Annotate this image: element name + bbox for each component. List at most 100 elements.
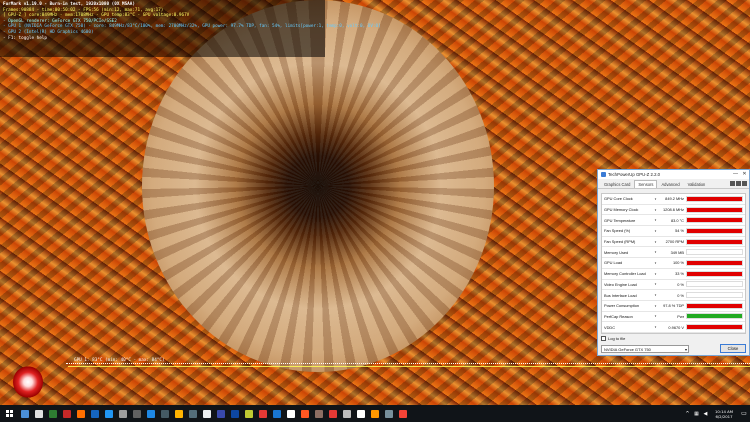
gpuz-footer: Log to file NVIDIA GeForce GTX 750 Close bbox=[601, 336, 746, 353]
taskbar-app-icon[interactable] bbox=[158, 405, 172, 422]
taskbar-app-icon[interactable] bbox=[340, 405, 354, 422]
app-icon bbox=[315, 409, 323, 418]
gpu-select[interactable]: NVIDIA GeForce GTX 750 bbox=[601, 344, 689, 353]
sensor-graph-fill bbox=[687, 303, 742, 308]
app-icon bbox=[175, 409, 183, 418]
taskbar-app-icon[interactable] bbox=[74, 405, 88, 422]
taskbar-app-icon[interactable] bbox=[284, 405, 298, 422]
sensor-graph-fill bbox=[687, 260, 742, 265]
app-icon bbox=[399, 409, 407, 418]
taskbar-app-icon[interactable] bbox=[32, 405, 46, 422]
sensor-row: Bus Interface Load ▾ 0 % bbox=[602, 290, 745, 301]
app-icon bbox=[49, 409, 57, 418]
log-to-file-row[interactable]: Log to file bbox=[601, 336, 746, 341]
sensor-name: PerfCap Reason bbox=[604, 313, 633, 319]
tab-validation[interactable]: Validation bbox=[684, 180, 710, 188]
close-button[interactable]: Close bbox=[720, 344, 746, 353]
app-icon bbox=[343, 409, 351, 418]
taskbar-app-icon[interactable] bbox=[46, 405, 60, 422]
sensor-graph bbox=[686, 238, 743, 245]
log-to-file-label: Log to file bbox=[608, 336, 626, 341]
taskbar-app-icon[interactable] bbox=[60, 405, 74, 422]
app-icon bbox=[119, 409, 127, 418]
tab-sensors[interactable]: Sensors bbox=[634, 180, 658, 188]
sensor-value: 83.0 °C bbox=[670, 217, 684, 223]
app-icon bbox=[189, 409, 197, 418]
sensor-graph bbox=[686, 324, 743, 331]
temperature-graph-label: GPU 1: 83°C (min: 40°C - max: 84°C) bbox=[74, 358, 165, 363]
tab-advanced[interactable]: Advanced bbox=[657, 180, 683, 188]
taskbar-app-icon[interactable] bbox=[354, 405, 368, 422]
taskbar-app-icon[interactable] bbox=[214, 405, 228, 422]
sensor-graph-fill bbox=[687, 228, 742, 233]
taskbar-app-icon[interactable] bbox=[396, 405, 410, 422]
taskbar-app-icon[interactable] bbox=[130, 405, 144, 422]
sensor-name: Fan Speed (%) bbox=[604, 228, 631, 234]
taskbar-app-icon[interactable] bbox=[326, 405, 340, 422]
app-icon bbox=[245, 409, 253, 418]
sensor-value: 54 % bbox=[675, 228, 684, 234]
tab-graphics-card[interactable]: Graphics Card bbox=[600, 180, 634, 188]
taskbar-app-icon[interactable] bbox=[242, 405, 256, 422]
temperature-graph-line bbox=[68, 366, 750, 367]
camera-icon[interactable] bbox=[730, 181, 735, 186]
app-icon bbox=[371, 409, 379, 418]
refresh-icon[interactable] bbox=[736, 181, 741, 186]
sensor-graph bbox=[686, 259, 743, 266]
volume-icon[interactable]: ◀ bbox=[701, 411, 710, 417]
sensor-value: 849.2 MHz bbox=[665, 196, 684, 202]
taskbar-app-icon[interactable] bbox=[270, 405, 284, 422]
taskbar-app-icon[interactable] bbox=[144, 405, 158, 422]
app-icon bbox=[147, 409, 155, 418]
sensor-row: Memory Used ▾ 349 MB bbox=[602, 247, 745, 259]
taskbar-app-icon[interactable] bbox=[256, 405, 270, 422]
taskbar-app-icon[interactable] bbox=[382, 405, 396, 422]
app-icon bbox=[357, 409, 365, 418]
app-icon bbox=[161, 409, 169, 418]
sensor-value: 2700 RPM bbox=[665, 239, 684, 245]
taskbar-app-icon[interactable] bbox=[102, 405, 116, 422]
taskbar-app-icon[interactable] bbox=[200, 405, 214, 422]
taskbar-app-icon[interactable] bbox=[172, 405, 186, 422]
sensor-value: 100 % bbox=[672, 260, 684, 266]
sensor-name: Bus Interface Load bbox=[604, 292, 637, 298]
sensor-row: GPU Temperature ▾ 83.0 °C bbox=[602, 215, 745, 227]
sensor-row: Fan Speed (RPM) ▾ 2700 RPM bbox=[602, 237, 745, 248]
app-icon bbox=[21, 409, 29, 418]
gpuz-app-icon bbox=[601, 172, 606, 177]
chevron-up-icon[interactable]: ^ bbox=[683, 411, 692, 417]
action-center-icon[interactable]: ▭ bbox=[738, 405, 750, 422]
sensor-value: 97.8 % TDP bbox=[663, 303, 684, 309]
close-window-button[interactable]: ✕ bbox=[740, 170, 749, 179]
taskbar-app-icon[interactable] bbox=[228, 405, 242, 422]
gpuz-title-bar[interactable]: TechPowerUp GPU-Z 2.2.0 — ✕ bbox=[598, 170, 749, 179]
gpuz-toolbar bbox=[730, 181, 747, 186]
gpuz-window[interactable]: TechPowerUp GPU-Z 2.2.0 — ✕ Graphics Car… bbox=[597, 169, 750, 356]
taskbar-app-icon[interactable] bbox=[88, 405, 102, 422]
clock-time: 10:14 AM bbox=[714, 408, 733, 414]
taskbar-app-icon[interactable] bbox=[368, 405, 382, 422]
taskbar-app-icon[interactable] bbox=[116, 405, 130, 422]
sensor-graph bbox=[686, 217, 743, 224]
log-to-file-checkbox[interactable] bbox=[601, 336, 606, 341]
taskbar-app-icon[interactable] bbox=[298, 405, 312, 422]
taskbar: ^ ▦ ◀ 10:14 AM 6/2/2017 ▭ bbox=[0, 405, 750, 422]
menu-icon[interactable] bbox=[742, 181, 747, 186]
clock[interactable]: 10:14 AM 6/2/2017 bbox=[710, 409, 738, 419]
sensor-name: Video Engine Load bbox=[604, 281, 637, 287]
windows-logo-icon bbox=[5, 410, 13, 417]
app-icon bbox=[77, 409, 85, 418]
sensor-graph bbox=[686, 302, 743, 309]
minimize-button[interactable]: — bbox=[731, 170, 740, 179]
clock-date: 6/2/2017 bbox=[715, 413, 733, 419]
taskbar-app-icon[interactable] bbox=[186, 405, 200, 422]
taskbar-app-icon[interactable] bbox=[18, 405, 32, 422]
taskbar-app-icon[interactable] bbox=[312, 405, 326, 422]
app-icon bbox=[259, 409, 267, 418]
app-icon bbox=[63, 409, 71, 418]
start-button[interactable] bbox=[0, 405, 18, 422]
app-icon bbox=[301, 409, 309, 418]
network-icon[interactable]: ▦ bbox=[692, 411, 701, 417]
sensor-graph-fill bbox=[687, 325, 742, 330]
sensor-graph-fill bbox=[687, 196, 742, 201]
